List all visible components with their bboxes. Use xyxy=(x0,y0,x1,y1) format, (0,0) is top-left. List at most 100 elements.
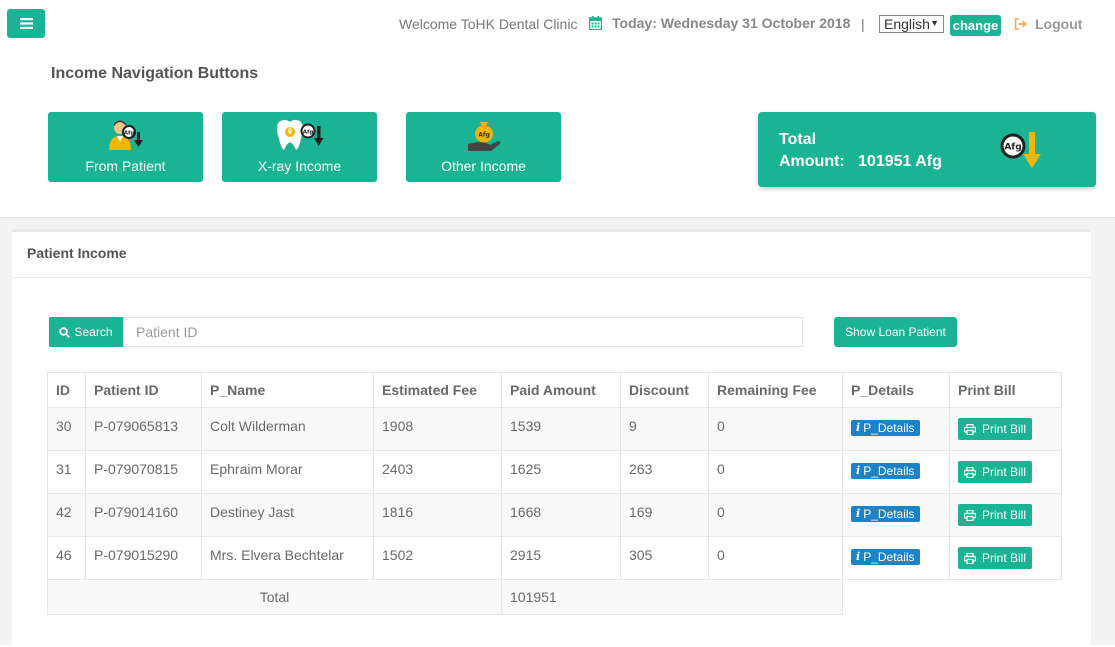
menu-toggle-button[interactable] xyxy=(7,9,45,38)
p-details-label: P_Details xyxy=(863,463,915,478)
column-header: Discount xyxy=(620,372,709,408)
patient-id-search-input[interactable] xyxy=(123,317,803,347)
xray-income-button[interactable]: Afg X-ray Income xyxy=(222,112,377,182)
hamburger-icon xyxy=(19,18,33,29)
sign-out-icon xyxy=(1014,18,1027,30)
table-row: 46 P-079015290 Mrs. Elvera Bechtelar 150… xyxy=(47,536,1062,580)
money-bag-hand-icon: Afg xyxy=(467,122,500,151)
info-icon: i xyxy=(856,421,861,434)
from-patient-button[interactable]: Afg From Patient xyxy=(48,112,203,182)
cell-remaining-fee: 0 xyxy=(708,536,843,580)
cell-print: Print Bill xyxy=(949,407,1062,451)
svg-text:Afg: Afg xyxy=(302,130,313,136)
table-header-row: ID Patient ID P_Name Estimated Fee Paid … xyxy=(47,372,1062,408)
info-icon: i xyxy=(856,464,861,477)
total-row-value: 101951 xyxy=(501,579,843,615)
cell-patient-id: P-079015290 xyxy=(85,536,202,580)
welcome-text: Welcome ToHK Dental Clinic xyxy=(399,16,578,32)
cell-name: Destiney Jast xyxy=(201,493,374,537)
p-details-label: P_Details xyxy=(863,506,915,521)
cell-id: 42 xyxy=(47,493,86,537)
print-bill-button[interactable]: Print Bill xyxy=(958,461,1033,483)
p-details-button[interactable]: i P_Details xyxy=(851,548,920,565)
cell-discount: 305 xyxy=(620,536,709,580)
other-income-label: Other Income xyxy=(441,158,526,174)
cell-estimated-fee: 1908 xyxy=(373,407,502,451)
cell-print: Print Bill xyxy=(949,450,1062,494)
printer-icon xyxy=(964,552,976,564)
today-date: Today: Wednesday 31 October 2018 xyxy=(589,15,850,31)
panel-title: Patient Income xyxy=(27,245,127,261)
svg-text:Afg: Afg xyxy=(1004,143,1021,153)
dropdown-caret-icon: ▼ xyxy=(930,18,939,28)
logout-link[interactable]: Logout xyxy=(1014,16,1082,32)
cell-patient-id: P-079065813 xyxy=(85,407,202,451)
print-bill-button[interactable]: Print Bill xyxy=(958,547,1033,569)
column-header: ID xyxy=(47,372,86,408)
print-bill-button[interactable]: Print Bill xyxy=(958,504,1033,526)
top-navbar: Welcome ToHK Dental Clinic Today: Wednes… xyxy=(0,0,1115,50)
p-details-button[interactable]: i P_Details xyxy=(851,505,920,522)
p-details-label: P_Details xyxy=(863,549,915,564)
cell-patient-id: P-079014160 xyxy=(85,493,202,537)
cell-name: Mrs. Elvera Bechtelar xyxy=(201,536,374,580)
cell-discount: 9 xyxy=(620,407,709,451)
patient-afg-icon: Afg xyxy=(108,120,143,150)
cell-details: i P_Details xyxy=(842,407,950,451)
printer-icon xyxy=(964,423,976,435)
print-bill-button[interactable]: Print Bill xyxy=(958,418,1033,440)
column-header: Patient ID xyxy=(85,372,202,408)
cell-patient-id: P-079070815 xyxy=(85,450,202,494)
change-language-button[interactable]: change xyxy=(950,15,1001,36)
language-select[interactable]: English ▼ xyxy=(879,15,944,33)
print-bill-label: Print Bill xyxy=(982,422,1027,436)
cell-discount: 169 xyxy=(620,493,709,537)
show-loan-patient-button[interactable]: Show Loan Patient xyxy=(834,317,957,347)
cell-details: i P_Details xyxy=(842,536,950,580)
column-header: P_Details xyxy=(842,372,950,408)
cell-estimated-fee: 1502 xyxy=(373,536,502,580)
calendar-icon xyxy=(589,16,602,30)
total-label: Total xyxy=(779,131,817,148)
column-header: P_Name xyxy=(201,372,374,408)
cell-discount: 263 xyxy=(620,450,709,494)
cell-estimated-fee: 1816 xyxy=(373,493,502,537)
other-income-button[interactable]: Afg Other Income xyxy=(406,112,561,182)
svg-text:Afg: Afg xyxy=(478,132,490,139)
print-bill-label: Print Bill xyxy=(982,508,1027,522)
cell-paid-amount: 1539 xyxy=(501,407,621,451)
column-header: Print Bill xyxy=(949,372,1062,408)
printer-icon xyxy=(964,509,976,521)
table-row: 31 P-079070815 Ephraim Morar 2403 1625 2… xyxy=(47,450,1062,494)
cell-name: Colt Wilderman xyxy=(201,407,374,451)
cell-id: 46 xyxy=(47,536,86,580)
language-selected: English xyxy=(884,16,930,32)
info-icon: i xyxy=(856,550,861,563)
cell-remaining-fee: 0 xyxy=(708,450,843,494)
search-button[interactable]: Search xyxy=(49,317,123,347)
cell-paid-amount: 1625 xyxy=(501,450,621,494)
search-icon xyxy=(59,326,71,338)
xray-income-label: X-ray Income xyxy=(257,158,342,174)
from-patient-label: From Patient xyxy=(85,158,166,174)
cell-print: Print Bill xyxy=(949,493,1062,537)
print-bill-label: Print Bill xyxy=(982,551,1027,565)
p-details-button[interactable]: i P_Details xyxy=(851,419,920,436)
income-nav-title: Income Navigation Buttons xyxy=(51,65,259,82)
cell-estimated-fee: 2403 xyxy=(373,450,502,494)
info-icon: i xyxy=(856,507,861,520)
column-header: Paid Amount xyxy=(501,372,621,408)
today-label: Today: Wednesday 31 October 2018 xyxy=(612,15,851,31)
cell-remaining-fee: 0 xyxy=(708,493,843,537)
amount-value: 101951 Afg xyxy=(858,153,942,170)
total-row-label: Total xyxy=(47,579,502,615)
print-bill-label: Print Bill xyxy=(982,465,1027,479)
cell-id: 31 xyxy=(47,450,86,494)
total-amount-card: Total Amount: 101951 Afg Afg xyxy=(758,112,1096,187)
cell-print: Print Bill xyxy=(949,536,1062,580)
p-details-button[interactable]: i P_Details xyxy=(851,462,920,479)
tooth-xray-icon: Afg xyxy=(276,119,323,151)
table-row: 42 P-079014160 Destiney Jast 1816 1668 1… xyxy=(47,493,1062,537)
cell-details: i P_Details xyxy=(842,493,950,537)
panel-header: Patient Income xyxy=(12,232,1091,278)
